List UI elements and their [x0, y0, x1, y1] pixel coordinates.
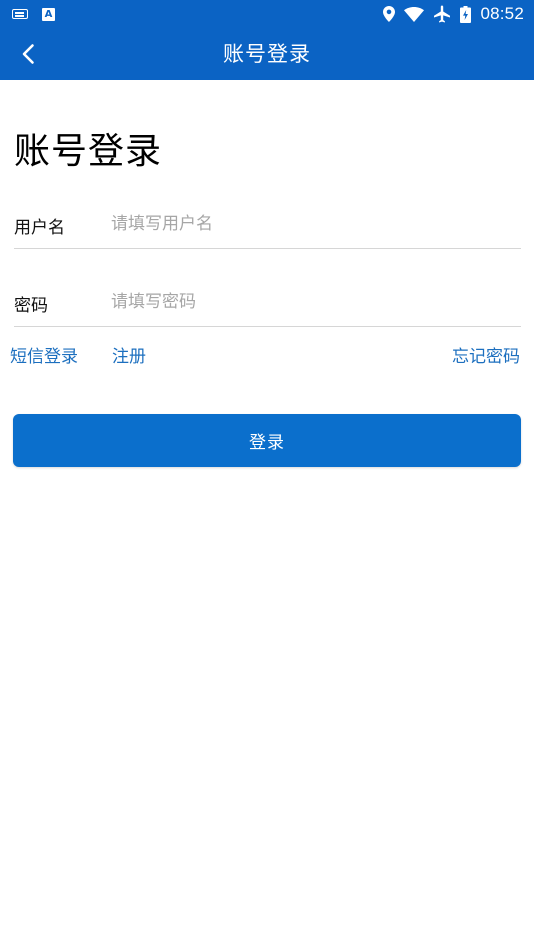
password-row: 密码: [14, 279, 521, 327]
chevron-left-icon: [22, 44, 34, 64]
airplane-icon: [434, 5, 451, 23]
status-time: 08:52: [480, 4, 524, 23]
status-bar-left: A: [12, 6, 55, 22]
a-icon: A: [42, 7, 55, 21]
page-title: 账号登录: [14, 131, 163, 172]
username-label: 用户名: [14, 218, 65, 238]
wifi-icon: [404, 6, 425, 22]
username-input[interactable]: [111, 207, 511, 241]
password-input[interactable]: [111, 285, 511, 319]
app-bar: 账号登录: [0, 28, 534, 80]
forgot-password-link[interactable]: 忘记密码: [452, 342, 520, 367]
login-screen: A 08:52 账号登录 账号登录 用户名 请填写用户名 密码 短信登录 注册 …: [0, 0, 534, 950]
login-button[interactable]: 登录: [13, 414, 521, 467]
register-link[interactable]: 注册: [112, 342, 146, 367]
status-bar-right: 08:52: [383, 4, 524, 24]
sms-login-link[interactable]: 短信登录: [10, 342, 78, 367]
battery-icon: [460, 5, 472, 23]
location-icon: [383, 6, 396, 22]
password-label: 密码: [14, 296, 48, 316]
username-row: 用户名: [14, 201, 521, 249]
status-bar: A 08:52: [0, 0, 534, 28]
app-bar-title: 账号登录: [223, 42, 311, 66]
back-button[interactable]: [12, 38, 44, 70]
keyboard-icon: [12, 9, 28, 19]
